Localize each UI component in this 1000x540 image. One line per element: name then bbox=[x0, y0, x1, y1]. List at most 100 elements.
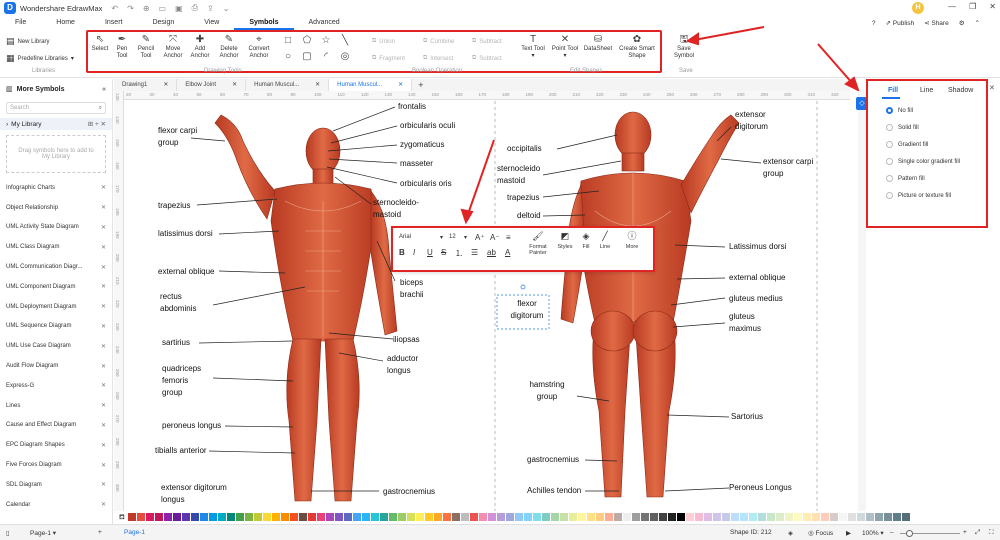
share-button[interactable]: ⋖ Share bbox=[924, 19, 949, 27]
color-swatch[interactable] bbox=[298, 513, 307, 521]
select-tool-button[interactable]: ⇖ Select bbox=[90, 34, 110, 53]
zoom-level[interactable]: 100% ▾ bbox=[862, 529, 884, 537]
label-peroneus-longus-front[interactable]: peroneus longus bbox=[162, 420, 221, 432]
color-swatch[interactable] bbox=[190, 513, 199, 521]
radio-icon[interactable] bbox=[886, 158, 893, 165]
color-swatch[interactable] bbox=[703, 513, 712, 521]
sidebar-library-item[interactable]: UML Sequence Diagram ✕ bbox=[0, 317, 112, 337]
close-library-icon[interactable]: ✕ bbox=[101, 402, 106, 409]
color-swatch[interactable] bbox=[901, 513, 910, 521]
close-library-icon[interactable]: ✕ bbox=[101, 343, 106, 350]
label-sternocleidomastoid-front[interactable]: sternocleido-mastoid bbox=[373, 197, 433, 221]
color-swatch[interactable] bbox=[433, 513, 442, 521]
label-extensor-digitorum-back[interactable]: extensor digitorum bbox=[735, 109, 775, 133]
label-adductor-longus[interactable]: adductor longus bbox=[387, 353, 429, 377]
font-size-select[interactable]: 12 ▾ bbox=[449, 234, 467, 241]
close-tab-icon[interactable]: ✕ bbox=[315, 79, 320, 91]
sidebar-library-item[interactable]: Express-G ✕ bbox=[0, 376, 112, 396]
pentagon-shape-icon[interactable]: ⬠ bbox=[301, 35, 313, 46]
new-library-button[interactable]: ▤ New Library bbox=[6, 36, 50, 47]
sidebar-search[interactable]: Search ⌕ bbox=[6, 102, 106, 114]
option-gradient-fill[interactable]: Gradient fill bbox=[886, 141, 928, 148]
layers-icon[interactable]: ◈ bbox=[788, 529, 793, 537]
label-gastrocnemius-front[interactable]: gastrocnemius bbox=[383, 486, 435, 498]
label-flexor-digitorum[interactable]: flexor digitorum bbox=[507, 298, 547, 322]
label-gluteus-medius[interactable]: gluteus medius bbox=[729, 293, 783, 305]
close-library-icon[interactable]: ✕ bbox=[101, 283, 106, 290]
line-button[interactable]: ╱ Line bbox=[598, 232, 612, 251]
tab-shadow[interactable]: Shadow bbox=[948, 87, 973, 94]
color-swatch[interactable] bbox=[217, 513, 226, 521]
sidebar-library-item[interactable]: UML Use Case Diagram ✕ bbox=[0, 336, 112, 356]
color-swatch[interactable] bbox=[595, 513, 604, 521]
bullet-list-icon[interactable]: ☰ bbox=[471, 248, 478, 257]
label-gastrocnemius-back[interactable]: gastrocnemius bbox=[527, 454, 579, 466]
fill-button[interactable]: ◈ Fill bbox=[579, 232, 593, 251]
color-swatch[interactable] bbox=[658, 513, 667, 521]
rotate-handle[interactable] bbox=[520, 284, 526, 290]
color-swatch[interactable] bbox=[163, 513, 172, 521]
export-icon[interactable]: ⇪ bbox=[207, 4, 214, 13]
new-file-icon[interactable]: ⊕ bbox=[143, 4, 150, 13]
add-anchor-button[interactable]: ✚ Add Anchor bbox=[188, 34, 212, 60]
user-avatar[interactable]: H bbox=[912, 2, 924, 14]
radio-icon[interactable] bbox=[886, 175, 893, 182]
decrease-font-icon[interactable]: A⁻ bbox=[490, 233, 500, 242]
close-library-icon[interactable]: ✕ bbox=[101, 422, 106, 429]
radio-icon[interactable] bbox=[886, 124, 893, 131]
color-swatch[interactable] bbox=[649, 513, 658, 521]
color-swatch[interactable] bbox=[640, 513, 649, 521]
label-trapezius-front[interactable]: trapezius bbox=[158, 200, 190, 212]
close-library-icon[interactable]: ✕ bbox=[101, 224, 106, 231]
color-swatch[interactable] bbox=[478, 513, 487, 521]
color-swatch[interactable] bbox=[199, 513, 208, 521]
publish-button[interactable]: ⇗ Publish bbox=[886, 19, 915, 27]
radio-icon[interactable] bbox=[886, 141, 893, 148]
sidebar-library-item[interactable]: Calendar ✕ bbox=[0, 495, 112, 515]
color-swatch[interactable] bbox=[514, 513, 523, 521]
color-swatch[interactable] bbox=[622, 513, 631, 521]
star-shape-icon[interactable]: ☆ bbox=[320, 35, 332, 46]
menu-tab-symbols[interactable]: Symbols bbox=[234, 16, 294, 30]
menu-tab-home[interactable]: Home bbox=[41, 16, 90, 30]
minimize-icon[interactable]: — bbox=[948, 2, 956, 11]
menu-tab-design[interactable]: Design bbox=[137, 16, 189, 30]
close-library-icon[interactable]: ✕ bbox=[101, 264, 106, 271]
close-tab-icon[interactable]: ✕ bbox=[398, 79, 403, 91]
label-peroneus-longus-back[interactable]: Peroneus Longus bbox=[729, 482, 792, 494]
italic-icon[interactable]: I bbox=[413, 248, 415, 257]
color-swatch[interactable] bbox=[784, 513, 793, 521]
color-swatch[interactable] bbox=[262, 513, 271, 521]
rounded-rect-shape-icon[interactable]: ▢ bbox=[301, 51, 313, 62]
settings-icon[interactable]: ⚙ bbox=[959, 19, 965, 27]
color-swatch[interactable] bbox=[397, 513, 406, 521]
color-swatch[interactable] bbox=[829, 513, 838, 521]
zoom-out-icon[interactable]: – bbox=[890, 529, 894, 536]
add-page-icon[interactable]: + bbox=[98, 529, 102, 536]
font-color-icon[interactable]: A bbox=[505, 248, 510, 257]
redo-icon[interactable]: ↷ bbox=[127, 4, 134, 13]
text-highlight-icon[interactable]: ab bbox=[487, 248, 496, 257]
rectangle-shape-icon[interactable]: □ bbox=[282, 35, 294, 46]
font-family-select[interactable]: Arial ▾ bbox=[399, 234, 443, 241]
color-swatch[interactable] bbox=[541, 513, 550, 521]
color-swatch[interactable] bbox=[316, 513, 325, 521]
sidebar-library-item[interactable]: UML Activity State Diagram ✕ bbox=[0, 218, 112, 238]
label-quadriceps-femoris[interactable]: quadriceps femoris group bbox=[162, 363, 210, 399]
color-swatch[interactable] bbox=[505, 513, 514, 521]
pen-tool-button[interactable]: ✒ Pen Tool bbox=[112, 34, 132, 60]
my-library-drop-zone[interactable]: Drag symbols here to add to My Library bbox=[6, 135, 106, 173]
color-swatch[interactable] bbox=[289, 513, 298, 521]
color-swatch[interactable] bbox=[604, 513, 613, 521]
color-swatch[interactable] bbox=[838, 513, 847, 521]
label-tibialls-anterior[interactable]: tibialls anterior bbox=[155, 445, 207, 457]
label-sternocleido-mastoid-back[interactable]: sternocleido mastoid bbox=[497, 163, 547, 187]
line-shape-icon[interactable]: ╲ bbox=[339, 35, 351, 46]
page-layout-icon[interactable]: ▯ bbox=[6, 529, 10, 537]
delete-anchor-button[interactable]: ✎ Delete Anchor bbox=[215, 34, 243, 60]
sidebar-library-item[interactable]: EPC Diagram Shapes ✕ bbox=[0, 435, 112, 455]
print-icon[interactable]: ⎙ bbox=[192, 3, 198, 13]
color-swatch[interactable] bbox=[352, 513, 361, 521]
strikethrough-icon[interactable]: S bbox=[441, 248, 446, 257]
open-folder-icon[interactable]: ▭ bbox=[159, 4, 167, 13]
